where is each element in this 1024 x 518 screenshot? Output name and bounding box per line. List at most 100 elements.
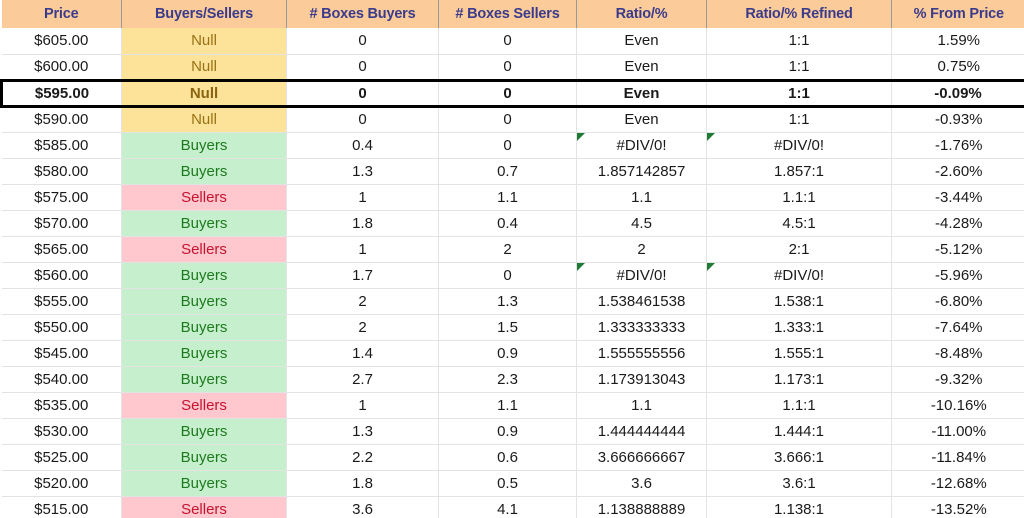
cell-buyers-sellers[interactable]: Buyers bbox=[121, 366, 287, 393]
cell-boxes-sellers[interactable]: 0 bbox=[438, 28, 577, 55]
cell-boxes-buyers[interactable]: 1.3 bbox=[286, 158, 439, 185]
cell-from-price[interactable]: -1.76% bbox=[891, 132, 1024, 159]
cell-buyers-sellers[interactable]: Buyers bbox=[121, 418, 287, 445]
cell-ratio-refined[interactable]: 1.1:1 bbox=[706, 392, 892, 419]
cell-from-price[interactable]: -12.68% bbox=[891, 470, 1024, 497]
cell-price[interactable]: $565.00 bbox=[1, 236, 122, 263]
table-row[interactable]: $520.00 Buyers 1.8 0.5 3.6 3.6:1 -12.68% bbox=[1, 470, 1024, 497]
cell-price[interactable]: $575.00 bbox=[1, 184, 122, 211]
table-row[interactable]: $565.00 Sellers 1 2 2 2:1 -5.12% bbox=[1, 236, 1024, 263]
cell-boxes-buyers[interactable]: 1 bbox=[286, 392, 439, 419]
cell-ratio[interactable]: 1.138888889 bbox=[576, 496, 707, 518]
cell-from-price[interactable]: -13.52% bbox=[891, 496, 1024, 518]
cell-boxes-sellers[interactable]: 0 bbox=[438, 132, 577, 159]
cell-boxes-buyers[interactable]: 3.6 bbox=[286, 496, 439, 518]
cell-price[interactable]: $535.00 bbox=[1, 392, 122, 419]
cell-boxes-sellers[interactable]: 1.5 bbox=[438, 314, 577, 341]
column-header-boxes-buyers[interactable]: # Boxes Buyers bbox=[286, 0, 439, 28]
column-header-ratio[interactable]: Ratio/% bbox=[576, 0, 707, 28]
table-row[interactable]: $605.00 Null 0 0 Even 1:1 1.59% bbox=[1, 28, 1024, 55]
cell-boxes-buyers[interactable]: 1.8 bbox=[286, 210, 439, 237]
cell-price[interactable]: $605.00 bbox=[1, 28, 122, 55]
cell-ratio-refined[interactable]: 3.666:1 bbox=[706, 444, 892, 471]
cell-from-price[interactable]: -8.48% bbox=[891, 340, 1024, 367]
cell-ratio-refined[interactable]: #DIV/0! bbox=[706, 132, 892, 159]
cell-boxes-sellers[interactable]: 0 bbox=[438, 262, 577, 289]
cell-buyers-sellers[interactable]: Sellers bbox=[121, 236, 287, 263]
cell-from-price[interactable]: -0.09% bbox=[891, 78, 1024, 108]
cell-from-price[interactable]: 1.59% bbox=[891, 28, 1024, 55]
cell-price[interactable]: $560.00 bbox=[1, 262, 122, 289]
cell-ratio-refined[interactable]: 2:1 bbox=[706, 236, 892, 263]
cell-price[interactable]: $540.00 bbox=[1, 366, 122, 393]
table-row[interactable]: $525.00 Buyers 2.2 0.6 3.666666667 3.666:1 -11… bbox=[1, 444, 1024, 471]
cell-price[interactable]: $600.00 bbox=[1, 54, 122, 81]
cell-boxes-sellers[interactable]: 0.5 bbox=[438, 470, 577, 497]
cell-price[interactable]: $515.00 bbox=[1, 496, 122, 518]
cell-boxes-sellers[interactable]: 1.3 bbox=[438, 288, 577, 315]
cell-from-price[interactable]: -0.93% bbox=[891, 106, 1024, 133]
column-header-from-price[interactable]: % From Price bbox=[891, 0, 1024, 28]
cell-ratio[interactable]: Even bbox=[576, 28, 707, 55]
table-row[interactable]: $550.00 Buyers 2 1.5 1.333333333 1.333:1 -7.64… bbox=[1, 314, 1024, 341]
cell-boxes-buyers[interactable]: 1.4 bbox=[286, 340, 439, 367]
cell-buyers-sellers[interactable]: Sellers bbox=[121, 184, 287, 211]
cell-from-price[interactable]: -4.28% bbox=[891, 210, 1024, 237]
cell-ratio[interactable]: Even bbox=[576, 78, 707, 108]
cell-boxes-buyers[interactable]: 2.7 bbox=[286, 366, 439, 393]
cell-buyers-sellers[interactable]: Null bbox=[121, 106, 287, 133]
cell-buyers-sellers[interactable]: Buyers bbox=[121, 132, 287, 159]
cell-boxes-sellers[interactable]: 0.6 bbox=[438, 444, 577, 471]
cell-ratio-refined[interactable]: 1.444:1 bbox=[706, 418, 892, 445]
cell-buyers-sellers[interactable]: Buyers bbox=[121, 288, 287, 315]
column-header-price[interactable]: Price bbox=[1, 0, 122, 28]
cell-price[interactable]: $520.00 bbox=[1, 470, 122, 497]
cell-price[interactable]: $595.00 bbox=[0, 78, 122, 108]
cell-ratio[interactable]: 1.555555556 bbox=[576, 340, 707, 367]
cell-boxes-buyers[interactable]: 0 bbox=[286, 28, 439, 55]
cell-ratio[interactable]: 2 bbox=[576, 236, 707, 263]
cell-boxes-buyers[interactable]: 2.2 bbox=[286, 444, 439, 471]
cell-from-price[interactable]: -10.16% bbox=[891, 392, 1024, 419]
cell-boxes-buyers[interactable]: 1.7 bbox=[286, 262, 439, 289]
cell-boxes-buyers[interactable]: 1.3 bbox=[286, 418, 439, 445]
cell-price[interactable]: $555.00 bbox=[1, 288, 122, 315]
cell-boxes-buyers[interactable]: 1 bbox=[286, 236, 439, 263]
cell-buyers-sellers[interactable]: Null bbox=[121, 78, 287, 108]
cell-ratio-refined[interactable]: 1:1 bbox=[706, 28, 892, 55]
cell-ratio-refined[interactable]: 4.5:1 bbox=[706, 210, 892, 237]
cell-from-price[interactable]: 0.75% bbox=[891, 54, 1024, 81]
cell-from-price[interactable]: -7.64% bbox=[891, 314, 1024, 341]
column-header-boxes-sellers[interactable]: # Boxes Sellers bbox=[438, 0, 577, 28]
column-header-buyers-sellers[interactable]: Buyers/Sellers bbox=[121, 0, 287, 28]
cell-boxes-sellers[interactable]: 2.3 bbox=[438, 366, 577, 393]
cell-ratio-refined[interactable]: 1.1:1 bbox=[706, 184, 892, 211]
cell-boxes-sellers[interactable]: 0 bbox=[438, 54, 577, 81]
table-row[interactable]: $590.00 Null 0 0 Even 1:1 -0.93% bbox=[1, 106, 1024, 133]
cell-buyers-sellers[interactable]: Buyers bbox=[121, 444, 287, 471]
table-row[interactable]: $600.00 Null 0 0 Even 1:1 0.75% bbox=[1, 54, 1024, 81]
cell-buyers-sellers[interactable]: Buyers bbox=[121, 314, 287, 341]
cell-boxes-sellers[interactable]: 0.7 bbox=[438, 158, 577, 185]
cell-boxes-sellers[interactable]: 1.1 bbox=[438, 392, 577, 419]
cell-ratio[interactable]: 1.538461538 bbox=[576, 288, 707, 315]
cell-ratio-refined[interactable]: 1.138:1 bbox=[706, 496, 892, 518]
cell-boxes-sellers[interactable]: 0.4 bbox=[438, 210, 577, 237]
cell-ratio-refined[interactable]: 1:1 bbox=[706, 106, 892, 133]
cell-from-price[interactable]: -5.12% bbox=[891, 236, 1024, 263]
cell-ratio[interactable]: 1.857142857 bbox=[576, 158, 707, 185]
table-row[interactable]: $560.00 Buyers 1.7 0 #DIV/0! #DIV/0! -5.96% bbox=[1, 262, 1024, 289]
cell-ratio-refined[interactable]: 1.555:1 bbox=[706, 340, 892, 367]
cell-ratio-refined[interactable]: 1.333:1 bbox=[706, 314, 892, 341]
cell-ratio-refined[interactable]: 1:1 bbox=[706, 54, 892, 81]
cell-boxes-sellers[interactable]: 0.9 bbox=[438, 418, 577, 445]
cell-buyers-sellers[interactable]: Buyers bbox=[121, 210, 287, 237]
cell-ratio-refined[interactable]: 3.6:1 bbox=[706, 470, 892, 497]
cell-from-price[interactable]: -11.84% bbox=[891, 444, 1024, 471]
cell-price[interactable]: $580.00 bbox=[1, 158, 122, 185]
cell-ratio-refined[interactable]: #DIV/0! bbox=[706, 262, 892, 289]
cell-ratio[interactable]: 3.6 bbox=[576, 470, 707, 497]
cell-boxes-buyers[interactable]: 0 bbox=[286, 78, 439, 108]
cell-buyers-sellers[interactable]: Null bbox=[121, 54, 287, 81]
table-row[interactable]: $555.00 Buyers 2 1.3 1.538461538 1.538:1 -6.80… bbox=[1, 288, 1024, 315]
